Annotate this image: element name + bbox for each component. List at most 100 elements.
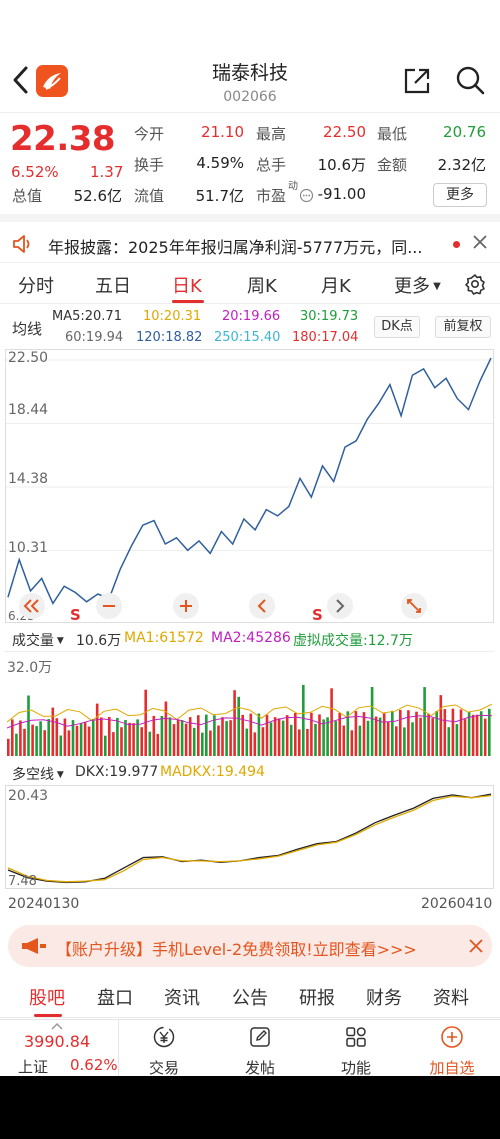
system-nav-bar bbox=[0, 1076, 500, 1139]
price-adjust-button[interactable]: 前复权 bbox=[435, 316, 491, 338]
volume-bar bbox=[443, 709, 447, 756]
volume-bar bbox=[350, 730, 354, 756]
dk-point-button[interactable]: DK点 bbox=[374, 316, 420, 338]
dkx-indicator-select[interactable]: 多空线 ▼ bbox=[12, 764, 64, 784]
volume-bar bbox=[395, 726, 398, 756]
volume-chart[interactable]: 32.0万 bbox=[5, 651, 494, 757]
step-right-icon[interactable] bbox=[326, 592, 354, 620]
price-line-svg bbox=[6, 357, 493, 605]
madkx-line bbox=[7, 794, 492, 883]
open-label: 今开 bbox=[134, 125, 165, 143]
fast-backward-icon[interactable] bbox=[18, 592, 46, 620]
post-button[interactable]: 发帖 bbox=[225, 1025, 295, 1077]
price-chart[interactable]: 22.50 18.44 14.38 10.31 6.25 S S bbox=[5, 349, 494, 624]
tab-daily-k[interactable]: 日K bbox=[172, 272, 202, 298]
virtual-volume: 虚拟成交量:12.7万 bbox=[293, 633, 413, 649]
tab-announcements[interactable]: 公告 bbox=[232, 984, 268, 1010]
volume-bar bbox=[269, 722, 273, 756]
volume-bar bbox=[294, 713, 297, 756]
zoom-in-icon[interactable] bbox=[172, 592, 200, 620]
trade-label: 交易 bbox=[148, 1059, 179, 1077]
volume-bar bbox=[205, 714, 208, 756]
tab-news[interactable]: 资讯 bbox=[164, 984, 200, 1010]
volume-bar bbox=[245, 728, 249, 756]
tab-weekly-k[interactable]: 周K bbox=[247, 272, 277, 298]
volume-max-label: 32.0万 bbox=[7, 660, 53, 676]
volume-bar bbox=[67, 730, 71, 756]
dkx-y-min: 7.48 bbox=[8, 874, 37, 889]
volume-label: 总手 bbox=[256, 156, 287, 174]
volume-bar bbox=[217, 725, 220, 756]
add-watchlist-button[interactable]: 加自选 bbox=[417, 1025, 487, 1077]
volume-bar bbox=[100, 717, 103, 756]
tab-profile[interactable]: 资料 bbox=[433, 984, 469, 1010]
amount-label: 金额 bbox=[377, 156, 408, 174]
caret-down-icon: ▼ bbox=[54, 636, 64, 646]
volume-bar bbox=[39, 721, 42, 756]
pe-value: -91.00 bbox=[317, 185, 366, 203]
start-date: 20240130 bbox=[8, 896, 80, 912]
gear-icon[interactable] bbox=[464, 273, 486, 295]
tab-monthly-k[interactable]: 月K bbox=[321, 272, 351, 298]
zoom-out-icon[interactable] bbox=[95, 592, 123, 620]
volume-bar bbox=[172, 724, 176, 756]
tab-forum[interactable]: 股吧 bbox=[29, 984, 65, 1010]
volume-value: 10.6万 bbox=[317, 156, 366, 174]
close-icon[interactable] bbox=[472, 234, 488, 250]
volume-bar bbox=[447, 727, 451, 756]
mktcap-value: 52.6亿 bbox=[73, 187, 122, 205]
volume-bar bbox=[346, 711, 350, 756]
share-icon[interactable] bbox=[402, 66, 432, 96]
volume-bar bbox=[366, 720, 370, 756]
change-percent: 6.52% bbox=[11, 163, 59, 181]
volume-bar bbox=[104, 735, 107, 756]
volume-bar bbox=[285, 715, 289, 756]
more-fields-button[interactable]: 更多 bbox=[433, 183, 487, 207]
tab-research[interactable]: 研报 bbox=[299, 984, 335, 1010]
ma10-value: 10:20.31 bbox=[143, 309, 202, 324]
volume-bar bbox=[370, 687, 374, 756]
tab-five-day[interactable]: 五日 bbox=[95, 272, 131, 298]
ma180-value: 180:17.04 bbox=[292, 330, 359, 345]
step-left-icon[interactable] bbox=[248, 592, 276, 620]
apps-grid-icon bbox=[346, 1027, 366, 1047]
pe-dynamic-sup: 动 bbox=[288, 181, 298, 192]
add-circle-icon bbox=[441, 1026, 463, 1048]
volume-bar bbox=[116, 717, 119, 756]
volume-ma2: MA2:45286 bbox=[211, 630, 291, 646]
open-value: 21.10 bbox=[201, 123, 244, 141]
ma30-value: 30:19.73 bbox=[300, 309, 359, 324]
tab-more[interactable]: 更多 ▼ bbox=[394, 272, 441, 298]
volume-bar bbox=[471, 714, 475, 756]
announcement-bar[interactable]: 年报披露：2025年年报归属净利润-5777万元，同... bbox=[0, 214, 500, 260]
volume-bar bbox=[148, 731, 152, 756]
volume-bars-svg bbox=[6, 684, 493, 756]
volume-bar bbox=[419, 717, 422, 756]
volume-bar bbox=[31, 724, 34, 756]
amount-value: 2.32亿 bbox=[437, 156, 486, 174]
promo-text: 【账户升级】手机Level-2免费领取!立即查看>>> bbox=[56, 940, 417, 959]
index-value[interactable]: 3990.84 bbox=[24, 1032, 90, 1051]
tab-financials[interactable]: 财务 bbox=[366, 984, 402, 1010]
close-icon[interactable] bbox=[468, 938, 484, 954]
search-icon[interactable] bbox=[454, 64, 486, 96]
float-label: 流值 bbox=[134, 187, 165, 205]
volume-bar bbox=[265, 714, 269, 756]
trade-button[interactable]: 交易 bbox=[129, 1025, 199, 1077]
volume-indicator-select[interactable]: 成交量 ▼ bbox=[12, 630, 64, 650]
volume-bar bbox=[374, 716, 378, 756]
megaphone-icon bbox=[22, 938, 46, 954]
volume-bar bbox=[411, 722, 414, 756]
dkx-chart[interactable]: 20.43 7.48 bbox=[5, 785, 494, 889]
volume-bar bbox=[140, 727, 143, 756]
volume-bar bbox=[467, 711, 471, 756]
volume-bar bbox=[108, 717, 111, 756]
tab-orderbook[interactable]: 盘口 bbox=[97, 984, 133, 1010]
tab-intraday[interactable]: 分时 bbox=[18, 272, 54, 298]
fullscreen-icon[interactable] bbox=[400, 592, 428, 620]
turnover-value: 4.59% bbox=[196, 154, 244, 172]
functions-button[interactable]: 功能 bbox=[321, 1025, 391, 1077]
end-date: 20260410 bbox=[421, 896, 493, 912]
promo-banner[interactable]: 【账户升级】手机Level-2免费领取!立即查看>>> bbox=[8, 925, 492, 967]
volume-bar bbox=[225, 721, 228, 756]
